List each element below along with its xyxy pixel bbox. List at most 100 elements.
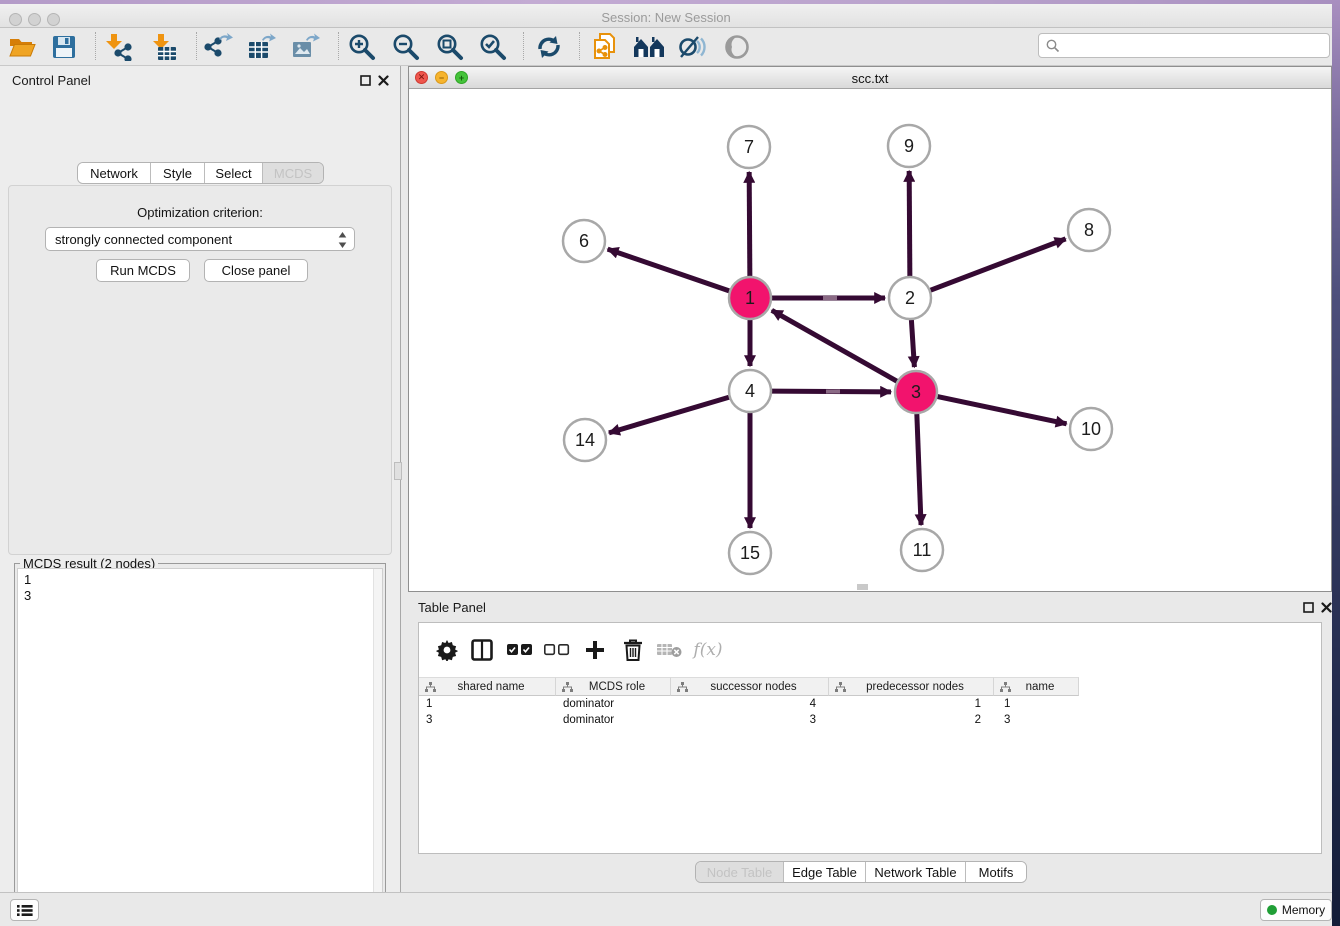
delete-row-icon[interactable]	[616, 635, 650, 665]
network-canvas[interactable]: 7 9 6 8 1 2 4 3 14 10 15 11	[409, 89, 1331, 591]
graph-node-9[interactable]: 9	[888, 125, 930, 167]
edge-3-1[interactable]	[772, 310, 897, 381]
svg-text:14: 14	[575, 430, 595, 450]
tab-network[interactable]: Network	[78, 163, 151, 183]
criterion-dropdown[interactable]: strongly connected component	[45, 227, 355, 251]
deselect-all-checkbox-icon[interactable]	[540, 635, 574, 665]
close-table-panel-icon[interactable]	[1320, 601, 1332, 613]
control-panel-title: Control Panel	[12, 73, 91, 88]
toggle-graphics-details-icon[interactable]	[674, 30, 710, 64]
float-panel-icon[interactable]	[359, 74, 371, 86]
export-table-icon[interactable]	[244, 30, 280, 64]
splitter-handle[interactable]	[394, 462, 402, 480]
svg-text:3: 3	[911, 382, 921, 402]
table-row[interactable]: 3dominator323	[419, 712, 1079, 728]
run-mcds-button[interactable]: Run MCDS	[96, 259, 190, 282]
graph-node-1[interactable]: 1	[729, 277, 771, 319]
window-title: Session: New Session	[0, 10, 1332, 25]
table-header-row: shared nameMCDS rolesuccessor nodesprede…	[419, 677, 1079, 696]
cell-name[interactable]: 3	[994, 712, 1079, 728]
column-header-shared-name[interactable]: shared name	[419, 677, 556, 696]
graph-node-15[interactable]: 15	[729, 532, 771, 574]
cell-successor-nodes[interactable]: 4	[671, 696, 829, 712]
cell-shared-name[interactable]: 3	[419, 712, 556, 728]
cell-MCDS-role[interactable]: dominator	[556, 712, 671, 728]
svg-text:11: 11	[913, 540, 932, 560]
network-window-titlebar: ✕ − + scc.txt	[409, 67, 1331, 89]
cell-predecessor-nodes[interactable]: 2	[829, 712, 994, 728]
table-tab-motifs[interactable]: Motifs	[966, 862, 1026, 882]
graph-node-7[interactable]: 7	[728, 126, 770, 168]
open-file-icon[interactable]	[4, 30, 40, 64]
graph-node-8[interactable]: 8	[1068, 209, 1110, 251]
close-panel-button[interactable]: Close panel	[204, 259, 308, 282]
delete-table-icon[interactable]	[652, 635, 686, 665]
import-network-icon[interactable]	[100, 30, 136, 64]
float-table-panel-icon[interactable]	[1302, 601, 1314, 613]
svg-text:9: 9	[904, 136, 914, 156]
edge-1-7[interactable]	[749, 172, 750, 276]
export-image-icon[interactable]	[288, 30, 324, 64]
table-tab-network-table[interactable]: Network Table	[866, 862, 966, 882]
memory-button[interactable]: Memory	[1260, 899, 1332, 921]
table-tab-edge-table[interactable]: Edge Table	[784, 862, 866, 882]
save-session-icon[interactable]	[46, 30, 82, 64]
cell-MCDS-role[interactable]: dominator	[556, 696, 671, 712]
column-header-MCDS-role[interactable]: MCDS role	[556, 677, 671, 696]
add-row-icon[interactable]	[578, 635, 612, 665]
column-header-name[interactable]: name	[994, 677, 1079, 696]
import-table-icon[interactable]	[146, 30, 182, 64]
graph-node-14[interactable]: 14	[564, 419, 606, 461]
graph-node-6[interactable]: 6	[563, 220, 605, 262]
zoom-in-icon[interactable]	[344, 30, 380, 64]
task-history-button[interactable]	[10, 899, 39, 921]
export-network-icon[interactable]	[200, 30, 236, 64]
graph-node-3[interactable]: 3	[895, 371, 937, 413]
cell-predecessor-nodes[interactable]: 1	[829, 696, 994, 712]
clone-network-icon[interactable]	[587, 30, 623, 64]
edge-3-10[interactable]	[938, 397, 1067, 424]
cell-successor-nodes[interactable]: 3	[671, 712, 829, 728]
table-settings-icon[interactable]	[430, 635, 464, 665]
birds-eye-view-icon[interactable]	[719, 30, 755, 64]
cell-shared-name[interactable]: 1	[419, 696, 556, 712]
graph-node-10[interactable]: 10	[1070, 408, 1112, 450]
graph-node-11[interactable]: 11	[901, 529, 943, 571]
zoom-fit-icon[interactable]	[432, 30, 468, 64]
search-field[interactable]	[1038, 33, 1330, 58]
column-header-predecessor-nodes[interactable]: predecessor nodes	[829, 677, 994, 696]
close-panel-icon[interactable]	[377, 74, 389, 86]
edge-3-11[interactable]	[917, 414, 921, 525]
edge-label	[823, 296, 837, 300]
cell-name[interactable]: 1	[994, 696, 1079, 712]
show-columns-icon[interactable]	[465, 635, 499, 665]
mcds-result-textarea[interactable]: 1 3	[17, 568, 383, 926]
graph-node-2[interactable]: 2	[889, 277, 931, 319]
toolbar-separator	[95, 32, 96, 60]
edge-2-8[interactable]	[931, 239, 1066, 290]
select-all-checkbox-icon[interactable]	[503, 635, 537, 665]
search-icon	[1046, 39, 1060, 53]
tab-style[interactable]: Style	[151, 163, 205, 183]
refresh-layout-icon[interactable]	[531, 30, 567, 64]
column-header-successor-nodes[interactable]: successor nodes	[671, 677, 829, 696]
status-bar: Memory	[0, 892, 1332, 926]
mcds-panel: Optimization criterion: strongly connect…	[8, 185, 392, 555]
tab-mcds[interactable]: MCDS	[263, 163, 323, 183]
table-row[interactable]: 1dominator411	[419, 696, 1079, 712]
edge-1-6[interactable]	[608, 249, 730, 291]
graph-node-4[interactable]: 4	[729, 370, 771, 412]
window-resize-handle[interactable]	[857, 584, 868, 590]
tab-select[interactable]: Select	[205, 163, 263, 183]
search-input[interactable]	[1065, 39, 1329, 53]
table-tab-node-table[interactable]: Node Table	[696, 862, 784, 882]
edge-2-3[interactable]	[911, 320, 914, 367]
edge-4-14[interactable]	[609, 397, 729, 433]
result-scrollbar[interactable]	[373, 569, 382, 926]
edge-2-9[interactable]	[909, 171, 910, 276]
zoom-selected-icon[interactable]	[475, 30, 511, 64]
function-builder-icon[interactable]: f(x)	[691, 635, 725, 665]
zoom-out-icon[interactable]	[388, 30, 424, 64]
first-neighbors-icon[interactable]	[631, 30, 667, 64]
dropdown-stepper-icon	[338, 232, 347, 251]
